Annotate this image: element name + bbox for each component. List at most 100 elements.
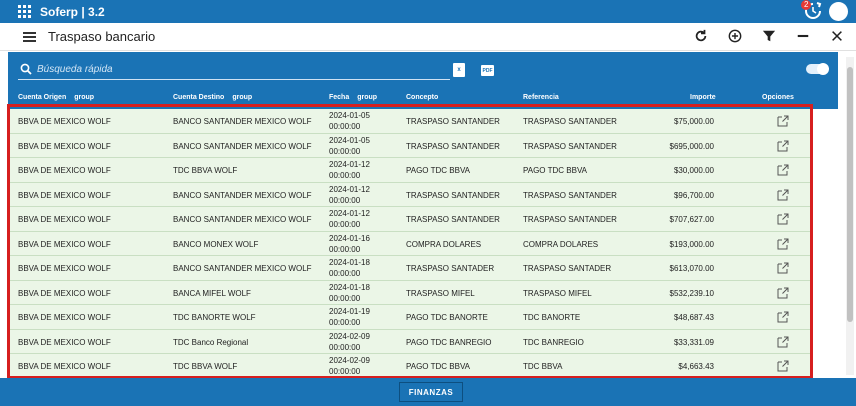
- table-row[interactable]: BBVA DE MEXICO WOLF BANCO SANTANDER MEXIC…: [8, 182, 812, 207]
- search-icon: [20, 63, 32, 75]
- excel-export-icon[interactable]: x: [453, 63, 465, 77]
- edit-icon[interactable]: [777, 336, 789, 348]
- cell-importe: $613,070.00: [669, 264, 715, 273]
- edit-icon[interactable]: [777, 238, 789, 250]
- table-row[interactable]: BBVA DE MEXICO WOLF TDC BBVA WOLF 2024-02-…: [8, 354, 812, 379]
- table-header: Cuenta Origen group Cuenta Destino group F…: [8, 89, 838, 109]
- add-icon: [728, 29, 742, 43]
- cell-referencia: TRASPASO SANTADER: [523, 264, 612, 273]
- cell-fecha: 2024-01-12 00:00:00: [329, 160, 370, 180]
- scroll-thumb[interactable]: [847, 67, 853, 322]
- menu-icon[interactable]: [23, 31, 36, 42]
- footer-bar: FINANZAS: [0, 378, 856, 406]
- cell-importe: $48,687.43: [673, 313, 714, 322]
- cell-cuenta-destino: TDC BBVA WOLF: [173, 166, 238, 175]
- edit-icon[interactable]: [777, 115, 789, 127]
- cell-referencia: TRASPASO SANTANDER: [523, 117, 617, 126]
- cell-cuenta-origen: BBVA DE MEXICO WOLF: [18, 239, 111, 249]
- cell-referencia: TRASPASO SANTANDER: [523, 190, 617, 200]
- cell-concepto: PAGO TDC BANORTE: [406, 313, 488, 322]
- cell-fecha: 2024-01-12 00:00:00: [329, 209, 370, 229]
- table-row[interactable]: BBVA DE MEXICO WOLF BANCO MONEX WOLF 2024-…: [8, 231, 812, 256]
- cell-fecha: 2024-01-12 00:00:00: [329, 184, 370, 205]
- cell-importe: $707,627.00: [669, 215, 715, 224]
- cell-concepto: TRASPASO SANTANDER: [406, 141, 500, 151]
- table-row[interactable]: BBVA DE MEXICO WOLF BANCO SANTANDER MEXIC…: [8, 256, 812, 281]
- edit-icon[interactable]: [777, 311, 789, 323]
- add-button[interactable]: [726, 27, 744, 45]
- close-button[interactable]: [828, 27, 846, 45]
- cell-concepto: COMPRA DOLARES: [406, 239, 482, 249]
- header-cuenta-destino[interactable]: Cuenta Destino group: [173, 94, 252, 101]
- cell-cuenta-origen: BBVA DE MEXICO WOLF: [18, 288, 111, 298]
- filter-icon: [762, 30, 776, 42]
- cell-fecha: 2024-01-18 00:00:00: [329, 282, 370, 303]
- avatar[interactable]: [829, 1, 848, 21]
- edit-icon[interactable]: [777, 262, 789, 274]
- app-bar: Soferp | 3.2 2: [0, 0, 856, 23]
- row-gutter: [812, 109, 838, 379]
- cell-fecha: 2024-01-05 00:00:00: [329, 111, 370, 131]
- cell-cuenta-destino: BANCA MIFEL WOLF: [173, 288, 251, 298]
- cell-cuenta-destino: BANCO SANTANDER MEXICO WOLF: [173, 141, 312, 151]
- scrollbar[interactable]: [846, 57, 854, 375]
- table-row[interactable]: BBVA DE MEXICO WOLF BANCA MIFEL WOLF 2024-…: [8, 280, 812, 305]
- page-toolbar: Traspaso bancario: [0, 23, 856, 51]
- cell-fecha: 2024-01-16 00:00:00: [329, 233, 370, 254]
- cell-referencia: TDC BBVA: [523, 362, 563, 371]
- cell-referencia: TDC BANREGIO: [523, 337, 584, 347]
- cell-cuenta-origen: BBVA DE MEXICO WOLF: [18, 362, 111, 371]
- cell-importe: $532,239.10: [669, 288, 715, 298]
- cell-fecha: 2024-02-09 00:00:00: [329, 356, 370, 376]
- cell-importe: $193,000.00: [669, 239, 715, 249]
- cell-referencia: TRASPASO SANTANDER: [523, 141, 617, 151]
- header-cuenta-origen[interactable]: Cuenta Origen group: [18, 94, 94, 101]
- edit-icon[interactable]: [777, 189, 789, 201]
- header-importe[interactable]: Importe: [690, 94, 716, 101]
- notification-button[interactable]: 2: [801, 0, 823, 21]
- table-row[interactable]: BBVA DE MEXICO WOLF BANCO SANTANDER MEXIC…: [8, 133, 812, 158]
- cell-fecha: 2024-01-18 00:00:00: [329, 258, 370, 278]
- table-row[interactable]: BBVA DE MEXICO WOLF BANCO SANTANDER MEXIC…: [8, 207, 812, 232]
- cell-cuenta-destino: BANCO MONEX WOLF: [173, 239, 259, 249]
- edit-icon[interactable]: [777, 360, 789, 372]
- cell-importe: $33,331.09: [673, 337, 714, 347]
- header-concepto[interactable]: Concepto: [406, 94, 438, 101]
- search-input[interactable]: [37, 63, 417, 75]
- cell-cuenta-destino: BANCO SANTANDER MEXICO WOLF: [173, 190, 312, 200]
- toggle-switch[interactable]: [806, 63, 829, 75]
- header-referencia[interactable]: Referencia: [523, 94, 559, 101]
- pdf-export-icon[interactable]: PDF: [481, 65, 494, 76]
- finanzas-button[interactable]: FINANZAS: [399, 382, 463, 402]
- cell-importe: $4,663.43: [678, 362, 714, 371]
- edit-icon[interactable]: [777, 164, 789, 176]
- minimize-button[interactable]: [794, 27, 812, 45]
- cell-concepto: TRASPASO SANTANDER: [406, 117, 500, 126]
- table-row[interactable]: BBVA DE MEXICO WOLF TDC BBVA WOLF 2024-01-…: [8, 158, 812, 183]
- cell-cuenta-origen: BBVA DE MEXICO WOLF: [18, 215, 111, 224]
- app-title: Soferp | 3.2: [40, 4, 105, 19]
- cell-importe: $30,000.00: [673, 166, 714, 175]
- cell-referencia: PAGO TDC BBVA: [523, 166, 588, 175]
- cell-cuenta-origen: BBVA DE MEXICO WOLF: [18, 141, 111, 151]
- cell-concepto: TRASPASO MIFEL: [406, 288, 475, 298]
- cell-referencia: TDC BANORTE: [523, 313, 581, 322]
- minimize-icon: [797, 34, 809, 38]
- cell-concepto: TRASPASO SANTANDER: [406, 190, 500, 200]
- refresh-button[interactable]: [692, 27, 710, 45]
- table-row[interactable]: BBVA DE MEXICO WOLF TDC BANORTE WOLF 2024-…: [8, 305, 812, 330]
- apps-grid-icon[interactable]: [18, 4, 32, 19]
- refresh-icon: [695, 29, 707, 42]
- header-fecha[interactable]: Fecha group: [329, 94, 377, 101]
- table-row[interactable]: BBVA DE MEXICO WOLF TDC Banco Regional 202…: [8, 329, 812, 354]
- cell-referencia: TRASPASO MIFEL: [523, 288, 592, 298]
- cell-concepto: PAGO TDC BBVA: [406, 166, 471, 175]
- table-row[interactable]: BBVA DE MEXICO WOLF BANCO SANTANDER MEXIC…: [8, 109, 812, 134]
- cell-cuenta-origen: BBVA DE MEXICO WOLF: [18, 264, 111, 273]
- edit-icon[interactable]: [777, 287, 789, 299]
- edit-icon[interactable]: [777, 140, 789, 152]
- table-body: BBVA DE MEXICO WOLF BANCO SANTANDER MEXIC…: [8, 109, 812, 379]
- filter-button[interactable]: [760, 27, 778, 45]
- cell-concepto: TRASPASO SANTADER: [406, 264, 495, 273]
- edit-icon[interactable]: [777, 213, 789, 225]
